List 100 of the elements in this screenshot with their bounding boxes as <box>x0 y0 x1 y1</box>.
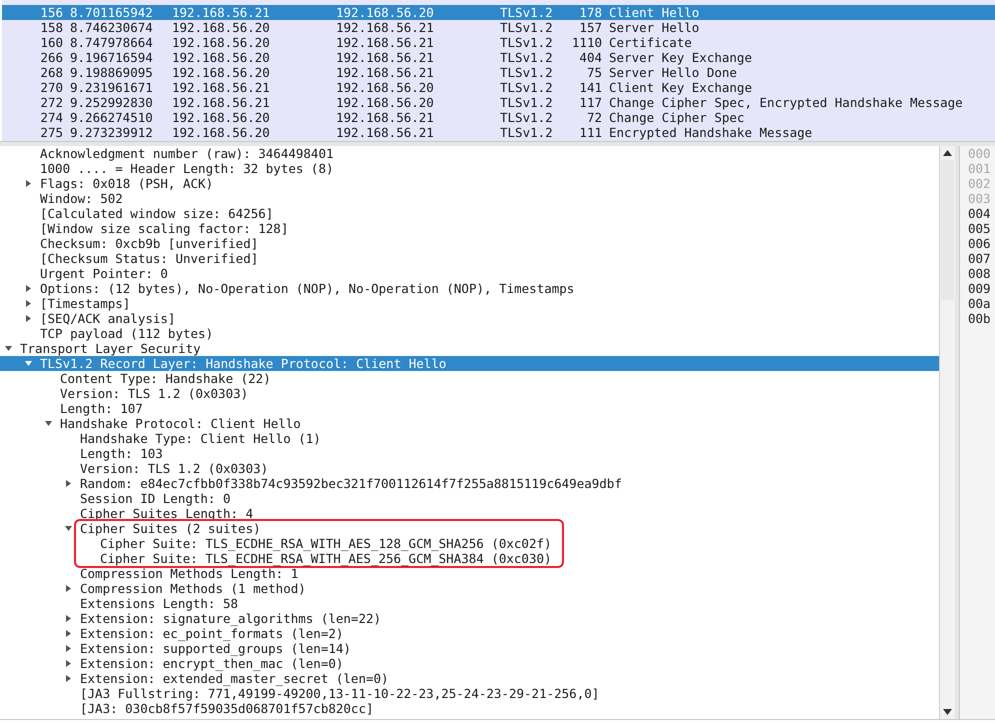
collapsed-arrow-icon[interactable] <box>25 180 32 187</box>
tree-item[interactable]: Random: e84ec7cfbb0f338b74c93592bec321f700112614f7f255a8815119c649ea9dbf <box>0 476 939 491</box>
tree-item[interactable]: Cipher Suite: TLS_ECDHE_RSA_WITH_AES_256_GCM_SHA384 (0xc030) <box>76 551 552 566</box>
packet-row[interactable]: 160 8.747978664 192.168.56.20 192.168.56.21 TLSv1.2 1110 Certificate <box>2 35 995 50</box>
packet-cell-text: 192.168.56.21 <box>336 20 435 35</box>
tree-item[interactable]: Extension: signature_algorithms (len=22) <box>0 611 939 626</box>
byte-offset: 004 <box>968 206 991 221</box>
packet-cell-text: 192.168.56.21 <box>172 95 271 110</box>
packet-cell-text: TLSv1.2 <box>500 50 554 65</box>
tree-item[interactable]: Extension: encrypt_then_mac (len=0) <box>0 656 939 671</box>
tree-item[interactable]: Handshake Type: Client Hello (1) <box>0 431 939 446</box>
tree-item[interactable]: Acknowledgment number (raw): 3464498401 <box>0 146 939 161</box>
tree-item[interactable]: [JA3: 030cb8f57f59035d068701f57cb820cc] <box>0 701 939 716</box>
tree-item[interactable]: [Window size scaling factor: 128] <box>0 221 939 236</box>
byte-offset: 007 <box>968 251 991 266</box>
collapsed-arrow-icon[interactable] <box>25 300 32 307</box>
packet-cell-text: 1110 <box>570 35 602 50</box>
tree-item[interactable]: [JA3 Fullstring: 771,49199-49200,13-11-10-22-23,25-24-23-29-21-256,0] <box>0 686 939 701</box>
byte-offset: 001 <box>968 161 991 176</box>
packet-cell-text: 117 <box>578 95 602 110</box>
tree-item[interactable]: Extensions Length: 58 <box>0 596 939 611</box>
tree-item[interactable]: Options: (12 bytes), No-Operation (NOP), No-Operation (NOP), Timestamps <box>0 281 939 296</box>
byte-offset: 002 <box>968 176 991 191</box>
tree-item[interactable]: [Checksum Status: Unverified] <box>0 251 939 266</box>
collapsed-arrow-icon[interactable] <box>65 585 72 592</box>
expanded-arrow-icon[interactable] <box>65 525 72 532</box>
tree-item[interactable]: [SEQ/ACK analysis] <box>0 311 939 326</box>
tree-item[interactable]: Extension: supported_groups (len=14) <box>0 641 939 656</box>
scroll-thumb[interactable] <box>941 160 954 300</box>
tree-item[interactable]: Handshake Protocol: Client Hello <box>0 416 939 431</box>
tree-item[interactable]: Length: 107 <box>0 401 939 416</box>
scrollbar[interactable] <box>939 146 955 719</box>
packet-row[interactable]: 156 8.701165942 192.168.56.21 192.168.56.20 TLSv1.2 178 Client Hello <box>2 5 995 20</box>
collapsed-arrow-icon[interactable] <box>65 660 72 667</box>
packet-row[interactable]: 274 9.266274510 192.168.56.20 192.168.56.21 TLSv1.2 72 Change Cipher Spec <box>2 110 995 125</box>
packet-cell-text: 192.168.56.20 <box>172 110 271 125</box>
packet-cell-text: 192.168.56.21 <box>336 50 435 65</box>
expanded-arrow-icon[interactable] <box>5 345 12 352</box>
tree-item[interactable]: Urgent Pointer: 0 <box>0 266 939 281</box>
packet-cell-text: 192.168.56.20 <box>172 65 271 80</box>
packet-cell-text: 192.168.56.20 <box>172 50 271 65</box>
tree-item[interactable]: Compression Methods (1 method) <box>0 581 939 596</box>
tree-item[interactable]: [Calculated window size: 64256] <box>0 206 939 221</box>
tree-item[interactable]: [Timestamps] <box>0 296 939 311</box>
packet-row[interactable]: 272 9.252992830 192.168.56.21 192.168.56.20 TLSv1.2 117 Change Cipher Spec, Encrypted Handshake Message <box>2 95 995 110</box>
byte-offset: 008 <box>968 266 991 281</box>
tree-item[interactable]: Checksum: 0xcb9b [unverified] <box>0 236 939 251</box>
byte-offset: 00a <box>968 296 991 311</box>
packet-cell-text: 8.701165942 <box>69 5 154 20</box>
packet-cell-text: Client Hello <box>608 5 700 20</box>
packet-cell-text: 9.231961671 <box>69 80 154 95</box>
expanded-arrow-icon[interactable] <box>25 360 32 367</box>
packet-cell-text: Server Key Exchange <box>608 50 752 65</box>
tree-item[interactable]: Extension: ec_point_formats (len=2) <box>0 626 939 641</box>
packet-cell-text: 160 <box>39 35 63 50</box>
tree-item[interactable]: Session ID Length: 0 <box>0 491 939 506</box>
collapsed-arrow-icon[interactable] <box>25 315 32 322</box>
tree-item[interactable]: TLSv1.2 Record Layer: Handshake Protocol: Client Hello <box>0 356 939 371</box>
collapsed-arrow-icon[interactable] <box>65 645 72 652</box>
tree-item[interactable]: Content Type: Handshake (22) <box>0 371 939 386</box>
collapsed-arrow-icon[interactable] <box>65 630 72 637</box>
packet-cell-text: 192.168.56.21 <box>172 5 271 20</box>
packet-cell-text: Client Key Exchange <box>608 80 752 95</box>
packet-cell-text: 192.168.56.21 <box>336 110 435 125</box>
tree-item[interactable]: Cipher Suite: TLS_ECDHE_RSA_WITH_AES_128_GCM_SHA256 (0xc02f) <box>76 536 552 551</box>
collapsed-arrow-icon[interactable] <box>65 615 72 622</box>
packet-cell-text: TLSv1.2 <box>500 35 554 50</box>
packet-cell-text: TLSv1.2 <box>500 110 554 125</box>
packet-row[interactable]: 158 8.746230674 192.168.56.20 192.168.56.21 TLSv1.2 157 Server Hello <box>2 20 995 35</box>
packet-cell-text: 404 <box>578 50 602 65</box>
tree-item[interactable]: TCP payload (112 bytes) <box>0 326 939 341</box>
collapsed-arrow-icon[interactable] <box>65 675 72 682</box>
collapsed-arrow-icon[interactable] <box>25 285 32 292</box>
tree-item[interactable]: 1000 .... = Header Length: 32 bytes (8) <box>0 161 939 176</box>
packet-row[interactable]: 266 9.196716594 192.168.56.20 192.168.56.21 TLSv1.2 404 Server Key Exchange <box>2 50 995 65</box>
tree-item[interactable]: Length: 103 <box>0 446 939 461</box>
tree-item[interactable]: Cipher Suites Length: 4 <box>0 506 939 521</box>
expanded-arrow-icon[interactable] <box>45 420 52 427</box>
packet-cell-text: TLSv1.2 <box>500 65 554 80</box>
tree-item[interactable]: Compression Methods Length: 1 <box>0 566 939 581</box>
tree-item[interactable]: Cipher Suites (2 suites) <box>76 521 552 536</box>
collapsed-arrow-icon[interactable] <box>65 480 72 487</box>
packet-cell-text: 141 <box>578 80 602 95</box>
tree-item[interactable]: Transport Layer Security <box>0 341 939 356</box>
tree-item[interactable]: Window: 502 <box>0 191 939 206</box>
packet-cell-text: 275 <box>39 125 63 140</box>
byte-offset: 000 <box>968 146 991 161</box>
packet-cell-text: 157 <box>578 20 602 35</box>
tree-item[interactable]: Version: TLS 1.2 (0x0303) <box>0 461 939 476</box>
packet-cell-text: Encrypted Handshake Message <box>608 125 812 140</box>
packet-cell-text: 192.168.56.20 <box>336 5 435 20</box>
tree-item[interactable]: Flags: 0x018 (PSH, ACK) <box>0 176 939 191</box>
tree-item[interactable]: Extension: extended_master_secret (len=0) <box>0 671 939 686</box>
packet-cell-text: 111 <box>578 125 602 140</box>
packet-row[interactable]: 275 9.273239912 192.168.56.20 192.168.56.21 TLSv1.2 111 Encrypted Handshake Message <box>2 125 995 140</box>
tree-item[interactable]: Version: TLS 1.2 (0x0303) <box>0 386 939 401</box>
packet-row[interactable]: 270 9.231961671 192.168.56.21 192.168.56.20 TLSv1.2 141 Client Key Exchange <box>2 80 995 95</box>
packet-cell-text: 156 <box>39 5 63 20</box>
packet-cell-text: 192.168.56.21 <box>336 35 435 50</box>
packet-row[interactable]: 268 9.198869095 192.168.56.20 192.168.56.21 TLSv1.2 75 Server Hello Done <box>2 65 995 80</box>
